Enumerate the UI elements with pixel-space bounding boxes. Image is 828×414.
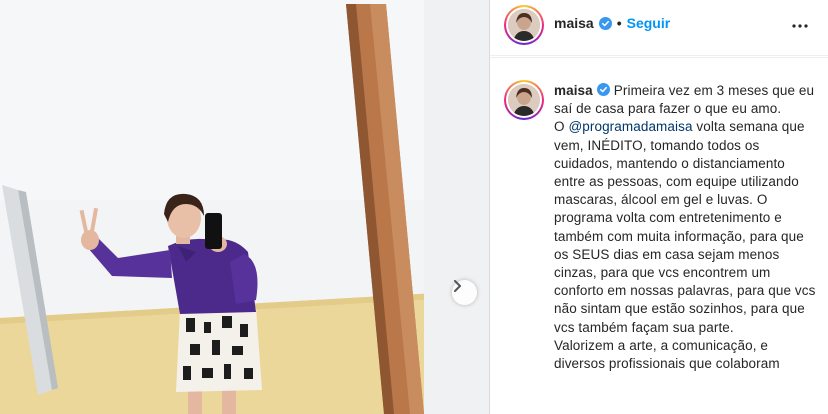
post-sidebar: maisa • Seguir maisa Primeira vez em 3 m… xyxy=(490,0,828,414)
caption-paragraph-3: Valorizem a arte, a comunicação, e diver… xyxy=(554,337,780,372)
separator-dot: • xyxy=(616,15,622,31)
post-photo[interactable] xyxy=(0,0,489,414)
post-header: maisa • Seguir xyxy=(490,0,828,56)
chevron-right-icon xyxy=(454,280,461,292)
more-options-icon xyxy=(792,24,808,28)
header-user-row: maisa • Seguir xyxy=(554,15,670,31)
avatar-image xyxy=(508,9,540,41)
verified-badge-icon xyxy=(598,16,612,30)
verified-badge-icon xyxy=(596,83,610,96)
instagram-post: maisa • Seguir maisa Primeira vez em 3 m… xyxy=(0,0,828,414)
more-options-button[interactable] xyxy=(788,14,812,38)
photo-illustration xyxy=(0,0,489,414)
avatar[interactable] xyxy=(504,5,544,45)
caption-section: maisa Primeira vez em 3 meses que eu saí … xyxy=(490,57,828,414)
caption-paragraph-1: maisa Primeira vez em 3 meses que eu saí … xyxy=(554,82,816,118)
carousel-next-button[interactable] xyxy=(452,280,477,305)
caption-p2-after: volta semana que vem, INÉDITO, tomando t… xyxy=(554,119,816,335)
caption-p2-before: O xyxy=(554,119,569,135)
caption-line-1: Primeira vez em 3 meses que eu saí de ca… xyxy=(554,83,815,117)
avatar-image xyxy=(508,84,540,116)
caption-username[interactable]: maisa xyxy=(554,83,593,98)
mention-link[interactable]: @programadamaisa xyxy=(568,119,692,134)
caption-text: maisa Primeira vez em 3 meses que eu saí … xyxy=(554,82,816,373)
follow-button[interactable]: Seguir xyxy=(627,15,671,31)
caption-avatar[interactable] xyxy=(504,80,544,120)
caption-paragraph-2: O @programadamaisa volta semana que vem,… xyxy=(554,118,816,336)
header-username[interactable]: maisa xyxy=(554,15,594,31)
